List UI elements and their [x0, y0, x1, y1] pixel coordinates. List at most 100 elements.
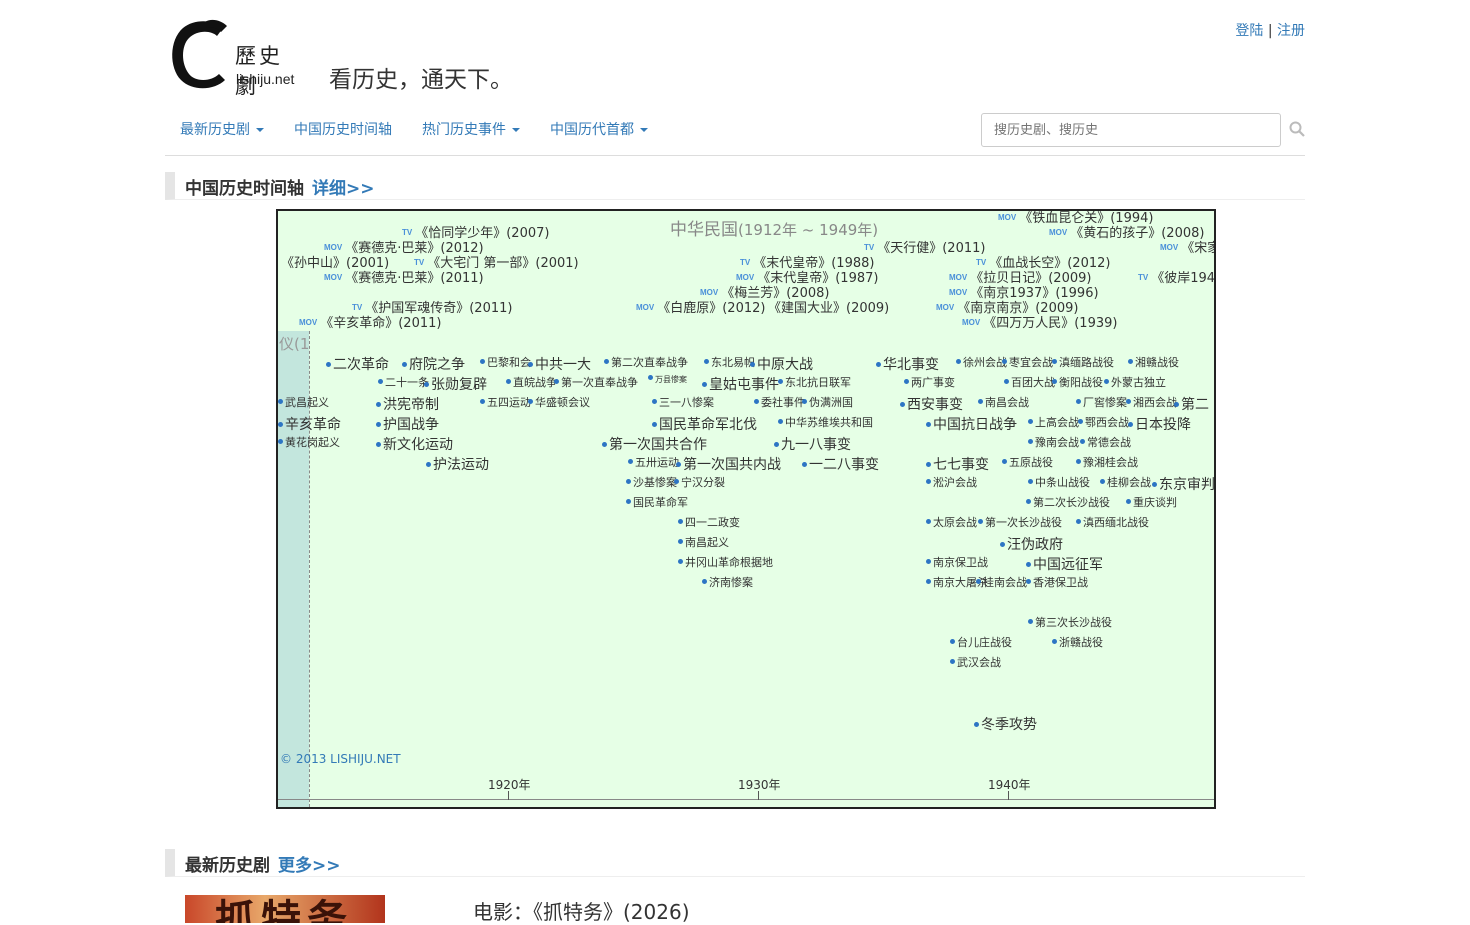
timeline-event[interactable]: 南昌会战	[978, 394, 1029, 410]
latest-more-link[interactable]: 更多>>	[278, 856, 341, 876]
timeline-event[interactable]: 第一次直奉战争	[554, 374, 638, 390]
timeline-event[interactable]: 枣宜会战	[1002, 354, 1053, 370]
nav-hot-events[interactable]: 热门历史事件	[407, 112, 535, 148]
timeline-event[interactable]: 直皖战争	[506, 374, 557, 390]
timeline-event[interactable]: 湘西会战	[1126, 394, 1177, 410]
timeline-event[interactable]: 二十一条	[378, 374, 429, 390]
timeline-event[interactable]: 皇姑屯事件	[702, 374, 779, 394]
timeline-event[interactable]: 冬季攻势	[974, 714, 1037, 734]
timeline-media-item[interactable]: MOV 《四万万人民》(1939)	[962, 312, 1117, 331]
timeline-event[interactable]: 豫湘桂会战	[1076, 454, 1138, 470]
timeline-event[interactable]: 七七事变	[926, 454, 989, 474]
timeline-event[interactable]: 委社事件	[754, 394, 805, 410]
timeline-event[interactable]: 中华苏维埃共和国	[778, 414, 873, 430]
timeline-event[interactable]: 日本投降	[1128, 414, 1191, 434]
timeline-event[interactable]: 鄂西会战	[1078, 414, 1129, 430]
timeline-event[interactable]: 国民革命军北伐	[652, 414, 757, 434]
timeline-event[interactable]: 太原会战	[926, 514, 977, 530]
timeline-event[interactable]: 百团大战	[1004, 374, 1055, 390]
timeline-event[interactable]: 洪宪帝制	[376, 394, 439, 414]
drama-title-link[interactable]: 电影：《抓特务》(2026)	[473, 896, 690, 925]
timeline-event[interactable]: 井冈山革命根据地	[678, 554, 773, 570]
timeline-event[interactable]: 护国战争	[376, 414, 439, 434]
timeline-event[interactable]: 南京保卫战	[926, 554, 988, 570]
timeline-event[interactable]: 华盛顿会议	[528, 394, 590, 410]
timeline-event[interactable]: 厂窖惨案	[1076, 394, 1127, 410]
timeline-media-item[interactable]: MOV 《赛德克·巴莱》(2011)	[324, 267, 484, 286]
timeline-event[interactable]: 华北事变	[876, 354, 939, 374]
timeline-event[interactable]: 五四运动	[480, 394, 531, 410]
timeline-event[interactable]: 中国远征军	[1026, 554, 1103, 574]
timeline-event[interactable]: 桂柳会战	[1100, 474, 1151, 490]
timeline-event[interactable]: 湘赣战役	[1128, 354, 1179, 370]
timeline-more-link[interactable]: 详细>>	[312, 179, 375, 199]
timeline-media-item[interactable]: TV 《天行健》(2011)	[864, 237, 985, 256]
timeline-media-item[interactable]: TV 《彼岸194	[1138, 267, 1214, 286]
timeline-event[interactable]: 巴黎和会	[480, 354, 531, 370]
timeline-event[interactable]: 中共一大	[528, 354, 591, 374]
timeline-event[interactable]: 重庆谈判	[1126, 494, 1177, 510]
nav-latest-dramas[interactable]: 最新历史剧	[165, 112, 279, 148]
timeline-event[interactable]: 第二	[1174, 394, 1209, 414]
timeline-event[interactable]: 五原战役	[1002, 454, 1053, 470]
nav-timeline[interactable]: 中国历史时间轴	[279, 112, 407, 148]
timeline-media-item[interactable]: MOV《宋家	[1160, 237, 1214, 256]
timeline-event[interactable]: 万县惨案	[648, 374, 687, 385]
timeline-event[interactable]: 台儿庄战役	[950, 634, 1012, 650]
timeline-event[interactable]: 张勋复辟	[424, 374, 487, 394]
timeline-event[interactable]: 东京审判	[1152, 474, 1214, 494]
timeline-event[interactable]: 汪伪政府	[1000, 534, 1063, 554]
timeline-event[interactable]: 黄花岗起义	[278, 434, 340, 450]
timeline-event[interactable]: 第一次国共合作	[602, 434, 707, 454]
timeline-event[interactable]: 豫南会战	[1028, 434, 1079, 450]
timeline-event[interactable]: 沙基惨案	[626, 474, 677, 490]
search-input[interactable]	[981, 113, 1281, 147]
timeline-event[interactable]: 东北抗日联军	[778, 374, 851, 390]
timeline-event[interactable]: 桂南会战	[976, 574, 1027, 590]
timeline-event[interactable]: 第一次长沙战役	[978, 514, 1062, 530]
timeline-event[interactable]: 新文化运动	[376, 434, 453, 454]
site-logo[interactable]: 歷史劇 lishiju.net	[165, 18, 305, 98]
timeline-event[interactable]: 中国抗日战争	[926, 414, 1017, 434]
register-link[interactable]: 注册	[1277, 23, 1305, 39]
search-icon[interactable]	[1289, 121, 1305, 137]
timeline-event[interactable]: 外蒙古独立	[1104, 374, 1166, 390]
timeline-event[interactable]: 二次革命	[326, 354, 389, 374]
timeline-event[interactable]: 九一八事变	[774, 434, 851, 454]
timeline-event[interactable]: 西安事变	[900, 394, 963, 414]
timeline-event[interactable]: 第二次直奉战争	[604, 354, 688, 370]
timeline-event[interactable]: 浙赣战役	[1052, 634, 1103, 650]
timeline-event[interactable]: 上高会战	[1028, 414, 1079, 430]
timeline-event[interactable]: 武昌起义	[278, 394, 329, 410]
timeline-event[interactable]: 东北易帜	[704, 354, 755, 370]
timeline-media-item[interactable]: MOV 《白鹿原》(2012)	[636, 297, 765, 316]
timeline-event[interactable]: 五卅运动	[628, 454, 679, 470]
timeline-event[interactable]: 滇西缅北战役	[1076, 514, 1149, 530]
timeline-event[interactable]: 第一次国共内战	[676, 454, 781, 474]
history-timeline[interactable]: 仪(1 中华民国(1912年 ~ 1949年) TV 《恰同学少年》(2007) M…	[276, 209, 1216, 809]
timeline-event[interactable]: 徐州会战	[956, 354, 1007, 370]
timeline-event[interactable]: 滇缅路战役	[1052, 354, 1114, 370]
timeline-event[interactable]: 第二次长沙战役	[1026, 494, 1110, 510]
timeline-event[interactable]: 南昌起义	[678, 534, 729, 550]
login-link[interactable]: 登陆	[1235, 23, 1263, 39]
timeline-event[interactable]: 武汉会战	[950, 654, 1001, 670]
timeline-event[interactable]: 国民革命军	[626, 494, 688, 510]
timeline-event[interactable]: 济南惨案	[702, 574, 753, 590]
timeline-event[interactable]: 淞沪会战	[926, 474, 977, 490]
timeline-event[interactable]: 一二八事变	[802, 454, 879, 474]
timeline-event[interactable]: 三一八惨案	[652, 394, 714, 410]
timeline-event[interactable]: 两广事变	[904, 374, 955, 390]
timeline-event[interactable]: 衡阳战役	[1052, 374, 1103, 390]
timeline-media-item[interactable]: MOV 《辛亥革命》(2011)	[299, 312, 441, 331]
timeline-event[interactable]: 中原大战	[750, 354, 813, 374]
drama-poster[interactable]: 抓特务	[185, 895, 385, 923]
timeline-media-item[interactable]: 《建国大业》(2009)	[768, 297, 889, 316]
timeline-event[interactable]: 护法运动	[426, 454, 489, 474]
timeline-event[interactable]: 中条山战役	[1028, 474, 1090, 490]
timeline-event[interactable]: 伪满洲国	[802, 394, 853, 410]
timeline-event[interactable]: 第三次长沙战役	[1028, 614, 1112, 630]
timeline-event[interactable]: 府院之争	[402, 354, 465, 374]
timeline-event[interactable]: 四一二政变	[678, 514, 740, 530]
timeline-event[interactable]: 辛亥革命	[278, 414, 341, 434]
